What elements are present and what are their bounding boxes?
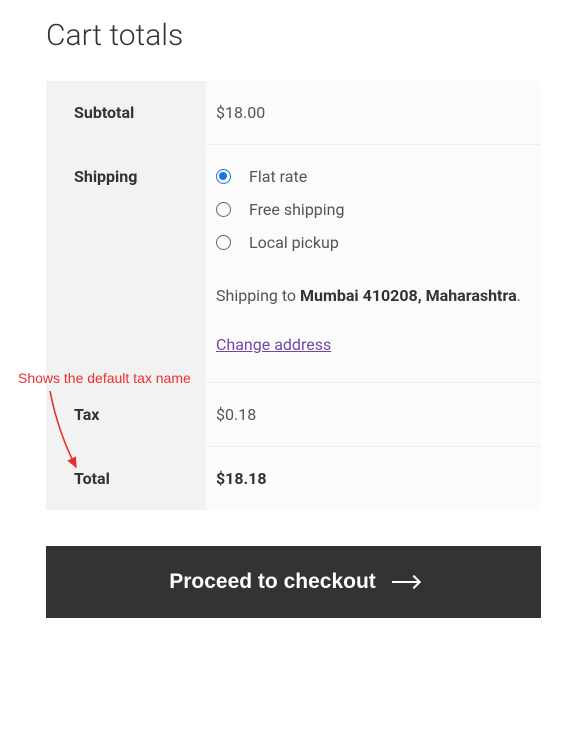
shipping-label: Shipping: [46, 145, 206, 383]
shipping-option-local-pickup: Local pickup: [216, 233, 523, 252]
shipping-radio-flat-rate[interactable]: [216, 169, 231, 184]
shipping-option-label[interactable]: Free shipping: [249, 200, 345, 219]
total-value: $18.18: [206, 447, 541, 511]
shipping-destination: Shipping to Mumbai 410208, Maharashtra.: [216, 282, 523, 309]
proceed-to-checkout-button[interactable]: Proceed to checkout: [46, 546, 541, 618]
row-subtotal: Subtotal $18.00: [46, 81, 541, 145]
subtotal-label: Subtotal: [46, 81, 206, 145]
shipping-option-flat-rate: Flat rate: [216, 167, 523, 186]
shipping-option-label[interactable]: Local pickup: [249, 233, 339, 252]
page-title: Cart totals: [46, 18, 541, 53]
arrow-right-icon: [392, 581, 418, 583]
annotation-text: Shows the default tax name: [18, 370, 191, 386]
row-shipping: Shipping Flat rate Free shipping Local p…: [46, 145, 541, 383]
shipping-option-free-shipping: Free shipping: [216, 200, 523, 219]
row-tax: Tax $0.18: [46, 383, 541, 447]
total-label: Total: [46, 447, 206, 511]
checkout-button-label: Proceed to checkout: [169, 570, 376, 594]
tax-label: Tax: [46, 383, 206, 447]
row-total: Total $18.18: [46, 447, 541, 511]
shipping-options: Flat rate Free shipping Local pickup: [216, 167, 523, 252]
tax-value: $0.18: [206, 383, 541, 447]
shipping-radio-local-pickup[interactable]: [216, 235, 231, 250]
change-address-link[interactable]: Change address: [216, 335, 331, 354]
shipping-radio-free-shipping[interactable]: [216, 202, 231, 217]
shipping-option-label[interactable]: Flat rate: [249, 167, 307, 186]
cart-totals-table: Subtotal $18.00 Shipping Flat rate Free …: [46, 81, 541, 510]
subtotal-value: $18.00: [206, 81, 541, 145]
